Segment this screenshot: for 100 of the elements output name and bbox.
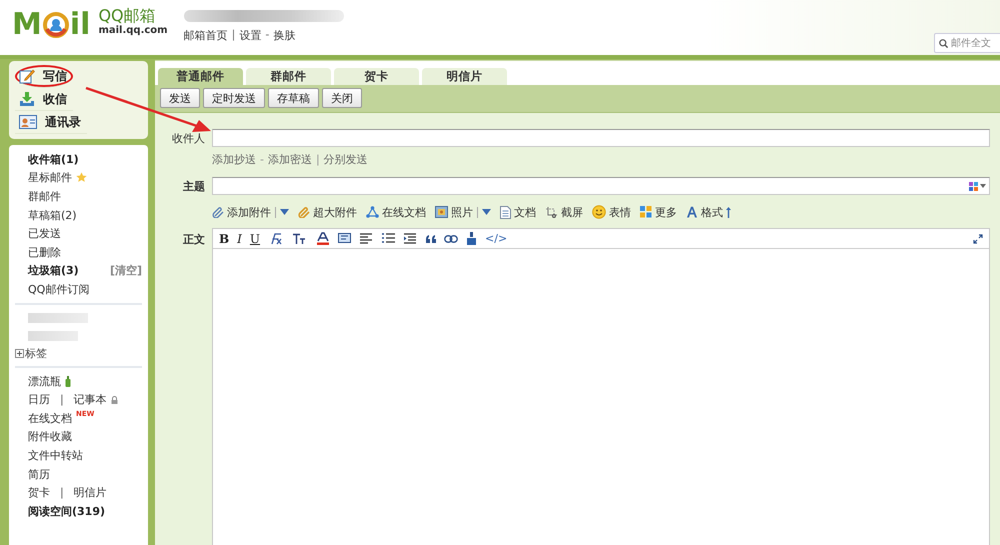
sidebar-action[interactable]: 收信 — [15, 88, 73, 111]
folder-link[interactable]: 已发送 — [28, 226, 61, 242]
document-icon — [500, 206, 511, 218]
attach-tool-link[interactable]: 截屏 — [561, 204, 583, 220]
tool-link[interactable]: 明信片 — [74, 485, 107, 500]
tool-link[interactable]: 文件中转站 — [28, 448, 83, 463]
folder-link[interactable]: 星标邮件 — [28, 170, 72, 186]
toolbar-button[interactable]: 定时发送 — [203, 88, 265, 108]
recipient-option-link[interactable]: 分别发送 — [324, 152, 368, 167]
caret-icon[interactable] — [280, 209, 289, 215]
separator-text: | — [232, 28, 236, 43]
logo-text: il — [70, 8, 90, 42]
blurred-folder-name — [28, 330, 78, 341]
sidebar-action[interactable]: 写信 — [15, 65, 73, 88]
separator-text: | — [60, 393, 64, 406]
star-icon — [76, 172, 87, 184]
tool-link[interactable]: 在线文档 — [28, 410, 72, 426]
format-button[interactable]: B — [219, 232, 230, 246]
blurred-folder-name — [28, 312, 88, 323]
attach-tool-link[interactable]: 表情 — [609, 204, 631, 220]
recipient-input[interactable] — [212, 129, 990, 147]
paperclip-icon — [298, 206, 310, 218]
attach-tool-link[interactable]: 添加附件 — [227, 204, 271, 220]
scissors-icon — [545, 206, 558, 218]
color-grid-icon[interactable] — [969, 182, 978, 190]
logo-mark-icon — [42, 12, 69, 38]
format-button[interactable]: </> — [485, 232, 508, 245]
attach-tool-link[interactable]: 照片 — [451, 204, 473, 220]
attach-tool-link[interactable]: 格式 — [701, 204, 723, 220]
expand-icon[interactable] — [15, 348, 24, 358]
attach-tool-link[interactable]: 更多 — [655, 204, 677, 220]
align-left-icon — [360, 233, 374, 244]
smiley-icon — [592, 205, 606, 219]
tool-link[interactable]: 阅读空间(319) — [28, 504, 106, 519]
separator-text: | — [60, 486, 64, 500]
tiles-icon — [640, 206, 652, 218]
tool-link[interactable]: 简历 — [28, 466, 50, 482]
download-tray-icon — [19, 91, 35, 107]
tags-link[interactable]: 标签 — [25, 346, 47, 361]
empty-folder-link[interactable]: [清空] — [110, 263, 142, 278]
format-button[interactable]: U — [250, 232, 260, 246]
contact-card-icon — [19, 115, 37, 129]
tool-link[interactable]: 记事本 — [74, 392, 107, 408]
brand-name: QQ邮箱 — [98, 8, 157, 23]
field-label: 收件人 — [171, 130, 206, 146]
folder-link[interactable]: 收件箱(1) — [28, 152, 79, 167]
compose-tab[interactable]: 群邮件 — [246, 68, 331, 85]
compose-tab[interactable]: 明信片 — [422, 68, 507, 85]
expand-icon[interactable] — [973, 234, 983, 244]
search-icon — [939, 38, 948, 48]
recipient-option-link[interactable]: 添加密送 — [268, 152, 312, 167]
up-arrow-icon[interactable] — [726, 206, 731, 218]
sidebar-action[interactable]: 通讯录 — [15, 111, 87, 134]
separator-text: - — [260, 153, 264, 166]
folder-link[interactable]: 群邮件 — [28, 188, 61, 204]
folder-link[interactable]: 草稿箱(2) — [28, 208, 77, 223]
logo-text: M — [12, 8, 42, 42]
paperclip-icon — [212, 206, 224, 218]
tool-link[interactable]: 日历 — [28, 392, 50, 408]
highlight-color-icon — [338, 232, 352, 244]
tool-link[interactable]: 附件收藏 — [28, 429, 72, 444]
pencil-note-icon — [19, 68, 35, 84]
search-field[interactable]: 邮件全文 — [934, 33, 1000, 53]
header-nav-link[interactable]: 设置 — [239, 28, 262, 43]
folder-link[interactable]: 已删除 — [28, 244, 61, 260]
quote-marks-icon — [426, 234, 436, 242]
tool-link[interactable]: 漂流瓶 — [28, 374, 61, 389]
attach-tool-link[interactable]: 在线文档 — [382, 204, 426, 220]
folder-link[interactable]: QQ邮件订阅 — [28, 282, 90, 297]
field-label: 主题 — [182, 178, 206, 194]
toolbar-button[interactable]: 关闭 — [322, 88, 362, 108]
photo-frame-icon — [435, 206, 448, 218]
lock-icon — [110, 396, 118, 404]
brand-domain: mail.qq.com — [98, 24, 168, 38]
indent-list-icon — [404, 232, 418, 244]
chain-link-icon — [444, 234, 458, 242]
header-nav-link[interactable]: 邮箱首页 — [184, 28, 228, 43]
toolbar-button[interactable]: 存草稿 — [268, 88, 319, 108]
tool-link[interactable]: 贺卡 — [28, 485, 50, 500]
caret-icon[interactable] — [482, 209, 491, 215]
letter-a-icon — [686, 206, 698, 218]
attach-tool-link[interactable]: 文档 — [514, 204, 536, 220]
separator-text: | — [316, 153, 320, 166]
attach-tool-link[interactable]: 超大附件 — [313, 204, 357, 220]
compose-tab[interactable]: 普通邮件 — [158, 68, 243, 85]
separator-text: - — [265, 28, 270, 43]
field-label: 正文 — [182, 232, 206, 247]
bullet-list-icon — [382, 233, 396, 244]
header-nav-link[interactable]: 换肤 — [273, 28, 296, 43]
font-color-icon — [316, 232, 330, 245]
bottle-icon — [65, 376, 71, 387]
message-editor[interactable]: B I U </> — [212, 228, 990, 545]
caret-icon[interactable] — [980, 184, 986, 188]
share-nodes-icon — [366, 206, 379, 218]
folder-link[interactable]: 垃圾箱(3) — [28, 263, 79, 278]
subject-input[interactable] — [212, 177, 990, 195]
recipient-option-link[interactable]: 添加抄送 — [212, 152, 256, 167]
compose-tab[interactable]: 贺卡 — [334, 68, 419, 85]
toolbar-button[interactable]: 发送 — [160, 88, 200, 108]
format-button[interactable]: I — [237, 232, 242, 246]
